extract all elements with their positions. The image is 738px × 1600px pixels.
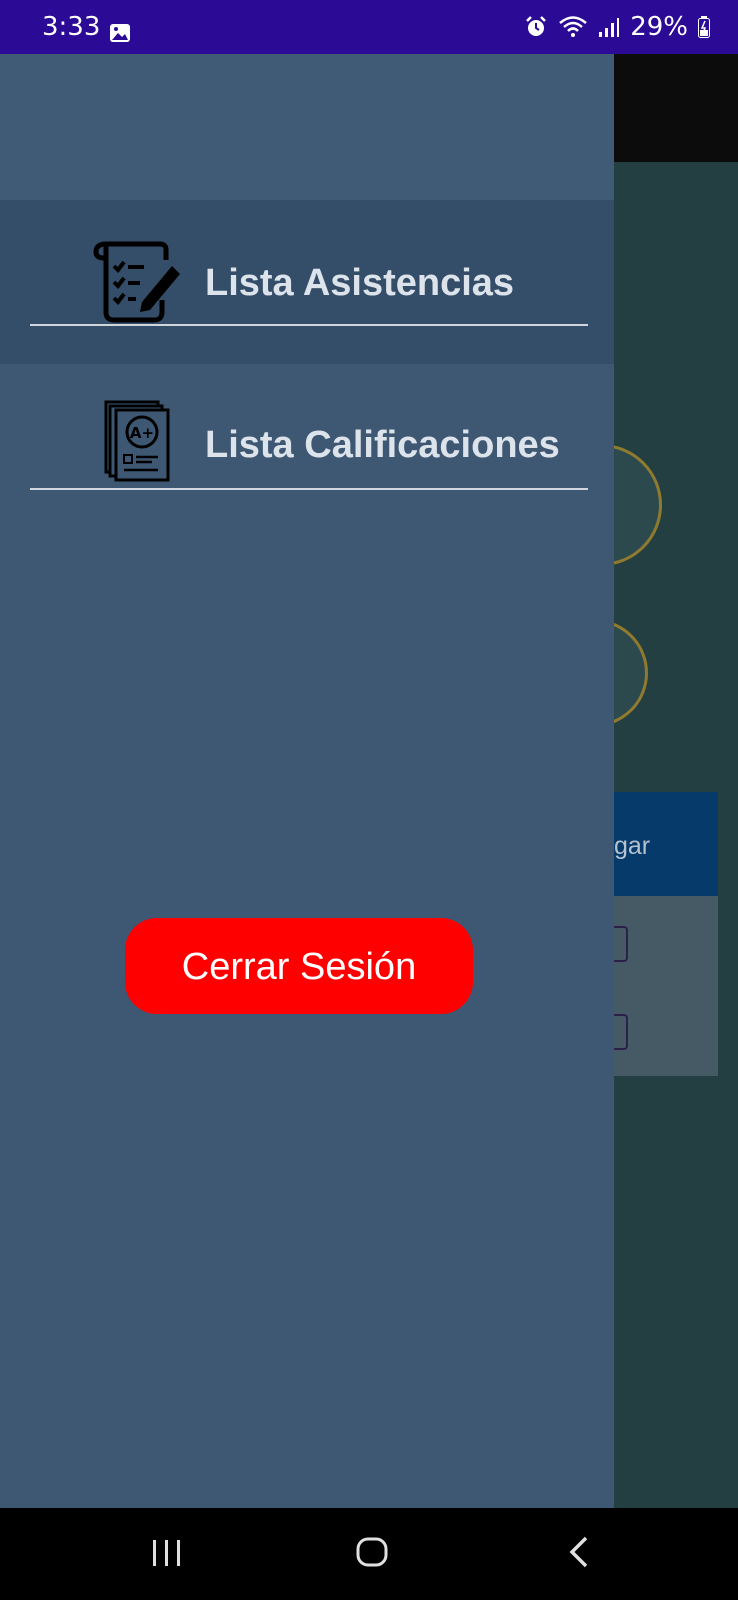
attendance-list-icon — [93, 241, 180, 323]
home-icon[interactable] — [354, 1534, 390, 1570]
drawer-item-lista-calificaciones[interactable]: A+ Lista Calificaciones — [0, 364, 614, 528]
background-table-header: gar — [610, 792, 718, 896]
navigation-drawer: Lista Asistencias A+ Lista Calificacione… — [0, 54, 614, 1508]
drawer-item-label: Lista Calificaciones — [205, 424, 560, 466]
status-icons: 29% — [524, 12, 710, 42]
background-checkbox — [612, 926, 628, 962]
background-checkbox — [612, 1014, 628, 1050]
background-toolbar — [614, 54, 738, 162]
background-table-body — [610, 896, 718, 1076]
drawer-item-divider — [30, 488, 588, 490]
drawer-header — [0, 54, 614, 200]
logout-button[interactable]: Cerrar Sesión — [125, 918, 473, 1014]
alarm-icon — [526, 16, 547, 36]
background-table: gar — [610, 792, 718, 1092]
signal-icon — [599, 18, 620, 37]
back-icon[interactable] — [566, 1534, 594, 1570]
recents-icon[interactable] — [150, 1534, 184, 1570]
background-table-header-text: gar — [614, 832, 651, 860]
gallery-icon — [110, 24, 130, 42]
drawer-item-lista-asistencias[interactable]: Lista Asistencias — [0, 200, 614, 364]
drawer-item-label: Lista Asistencias — [205, 262, 515, 304]
battery-percentage: 29% — [630, 12, 688, 42]
grades-list-icon: A+ — [104, 400, 170, 482]
drawer-item-divider — [30, 324, 588, 326]
wifi-icon — [559, 16, 588, 37]
status-time: 3:33 — [42, 12, 101, 42]
system-navigation-bar — [0, 1508, 738, 1600]
status-bar: 3:33 29% — [0, 0, 738, 54]
svg-text:A+: A+ — [130, 424, 154, 442]
battery-icon — [698, 16, 710, 38]
